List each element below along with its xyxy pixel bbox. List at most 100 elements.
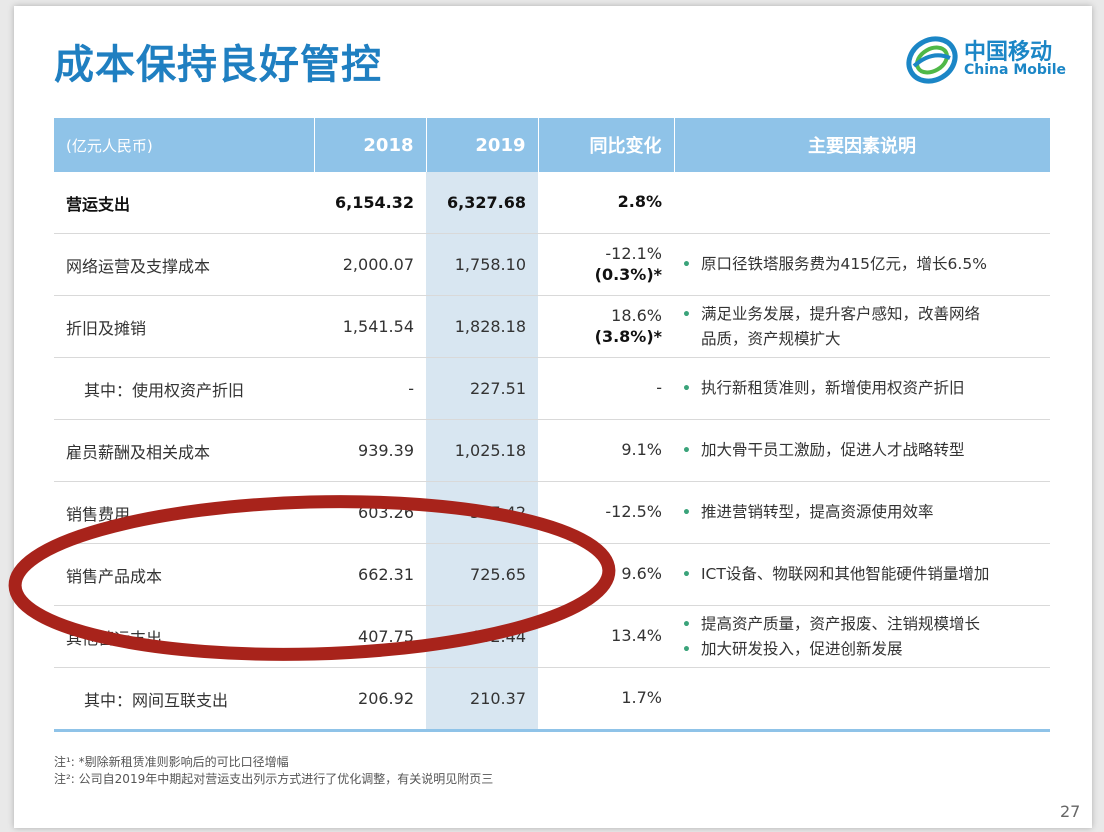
change-cell: -12.5% [538,481,674,544]
change-cell: 9.1% [538,419,674,482]
table-row: 雇员薪酬及相关成本 939.39 1,025.18 9.1% • 加大骨干员工激励，促进人… [54,419,1050,482]
notes-cell [674,667,1050,732]
cost-table: (亿元人民币) 2018 2019 同比变化 主要因素说明 营运支出 6,154.… [54,118,1051,732]
value-2018: 603.26 [314,481,426,544]
china-mobile-logo: 中国移动 China Mobile [904,32,1074,92]
value-2019: 462.44 [426,605,538,668]
bullet-icon: • [682,567,691,584]
header-notes: 主要因素说明 [674,118,1051,172]
change-cell: 9.6% [538,543,674,606]
bullet-icon: • [682,381,691,398]
value-2019: 210.37 [426,667,538,732]
row-label: 其中：使用权资产折旧 [54,357,314,420]
change-value: -12.5% [605,502,662,522]
value-2019: 227.51 [426,357,538,420]
notes-cell: • 满足业务发展，提升客户感知，改善网络 •品质，资产规模扩大 [674,295,1050,358]
table-row: 网络运营及支撑成本 2,000.07 1,758.10 -12.1% (0.3%)* • 原… [54,233,1050,296]
notes-cell [674,172,1050,234]
note-text: 推进营销转型，提高资源使用效率 [700,503,934,522]
table-row: 销售费用 603.26 527.42 -12.5% • 推进营销转型，提高资源使用效率 [54,481,1050,544]
bullet-icon: • [682,257,691,274]
logo-mark-icon [906,36,958,84]
header-2019: 2019 [426,118,539,172]
row-label: 其他营运支出 [54,605,314,668]
change-comparable-value: (0.3%)* [594,264,662,284]
slide: 成本保持良好管控 中国移动 China Mobile (亿元人民币) 2018 … [14,6,1092,828]
note-text: ICT设备、物联网和其他智能硬件销量增加 [700,565,990,584]
notes-cell: • 加大骨干员工激励，促进人才战略转型 [674,419,1050,482]
change-value: 9.1% [621,440,662,460]
note-text: 加大骨干员工激励，促进人才战略转型 [700,441,965,460]
change-cell: 2.8% [538,172,674,234]
bullet-icon: • [682,443,691,460]
value-2019: 1,758.10 [426,233,538,296]
notes-cell: • ICT设备、物联网和其他智能硬件销量增加 [674,543,1050,606]
bullet-icon: • [682,306,691,323]
row-label: 销售费用 [54,481,314,544]
note-line: • 加大骨干员工激励，促进人才战略转型 [682,438,1038,463]
value-2018: 6,154.32 [314,172,426,234]
note-line: • 执行新租赁准则，新增使用权资产折旧 [682,376,1038,401]
table-row: 其中：网间互联支出 206.92 210.37 1.7% [54,667,1050,732]
value-2019: 6,327.68 [426,172,538,234]
notes-cell: • 推进营销转型，提高资源使用效率 [674,481,1050,544]
footnote-1: 注¹: *剔除新租赁准则影响后的可比口径增幅 [54,755,289,769]
note-line: •品质，资产规模扩大 [682,327,1038,352]
page-number: 27 [1060,802,1081,821]
note-text: 提高资产质量，资产报废、注销规模增长 [700,614,980,633]
value-2018: 2,000.07 [314,233,426,296]
value-2018: 206.92 [314,667,426,732]
row-label: 其中：网间互联支出 [54,667,314,732]
page-title: 成本保持良好管控 [54,42,382,88]
bullet-icon: • [682,616,691,633]
note-line: • 原口径铁塔服务费为415亿元，增长6.5% [682,252,1038,277]
change-cell: - [538,357,674,420]
table-row: 其他营运支出 407.75 462.44 13.4% • 提高资产质量，资产报废、注销规模… [54,605,1050,668]
footnote-2: 注²: 公司自2019年中期起对营运支出列示方式进行了优化调整，有关说明见附页三 [54,772,494,786]
bullet-icon: • [682,505,691,522]
change-value: 13.4% [611,626,662,646]
bullet-icon: • [682,641,691,658]
header-unit: (亿元人民币) [54,118,315,172]
note-text: 品质，资产规模扩大 [700,329,841,348]
notes-cell: • 原口径铁塔服务费为415亿元，增长6.5% [674,233,1050,296]
notes-cell: • 提高资产质量，资产报废、注销规模增长 • 加大研发投入，促进创新发展 [674,605,1050,668]
note-text: 执行新租赁准则，新增使用权资产折旧 [700,379,965,398]
value-2019: 1,025.18 [426,419,538,482]
header-2018: 2018 [314,118,427,172]
note-line: • ICT设备、物联网和其他智能硬件销量增加 [682,562,1038,587]
table-row: 营运支出 6,154.32 6,327.68 2.8% [54,172,1050,234]
table-row: 折旧及摊销 1,541.54 1,828.18 18.6% (3.8%)* • 满足业务发展… [54,295,1050,358]
note-line: • 推进营销转型，提高资源使用效率 [682,500,1038,525]
value-2018: - [314,357,426,420]
note-line: • 提高资产质量，资产报废、注销规模增长 [682,612,1038,637]
row-label: 销售产品成本 [54,543,314,606]
value-2018: 662.31 [314,543,426,606]
row-label: 营运支出 [54,172,314,234]
change-value: 2.8% [617,192,662,212]
note-line: • 加大研发投入，促进创新发展 [682,637,1038,662]
change-cell: 18.6% (3.8%)* [538,295,674,358]
change-value: - [656,378,662,398]
header-change: 同比变化 [538,118,675,172]
row-label: 雇员薪酬及相关成本 [54,419,314,482]
value-2019: 725.65 [426,543,538,606]
change-cell: 1.7% [538,667,674,732]
change-value: -12.1% [605,243,662,263]
row-label: 折旧及摊销 [54,295,314,358]
value-2018: 939.39 [314,419,426,482]
value-2018: 407.75 [314,605,426,668]
row-label: 网络运营及支撑成本 [54,233,314,296]
footnotes: 注¹: *剔除新租赁准则影响后的可比口径增幅 注²: 公司自2019年中期起对营… [54,754,493,788]
notes-cell: • 执行新租赁准则，新增使用权资产折旧 [674,357,1050,420]
change-cell: -12.1% (0.3%)* [538,233,674,296]
note-line: • 满足业务发展，提升客户感知，改善网络 [682,302,1038,327]
table-header-row: (亿元人民币) 2018 2019 同比变化 主要因素说明 [54,118,1051,172]
change-comparable-value: (3.8%)* [594,326,662,346]
change-value: 9.6% [621,564,662,584]
value-2018: 1,541.54 [314,295,426,358]
change-value: 1.7% [621,688,662,708]
table-row: 销售产品成本 662.31 725.65 9.6% • ICT设备、物联网和其他智能硬件销… [54,543,1050,606]
table-row: 其中：使用权资产折旧 -227.51- • 执行新租赁准则，新增使用权资产折旧 [54,357,1050,420]
change-cell: 13.4% [538,605,674,668]
